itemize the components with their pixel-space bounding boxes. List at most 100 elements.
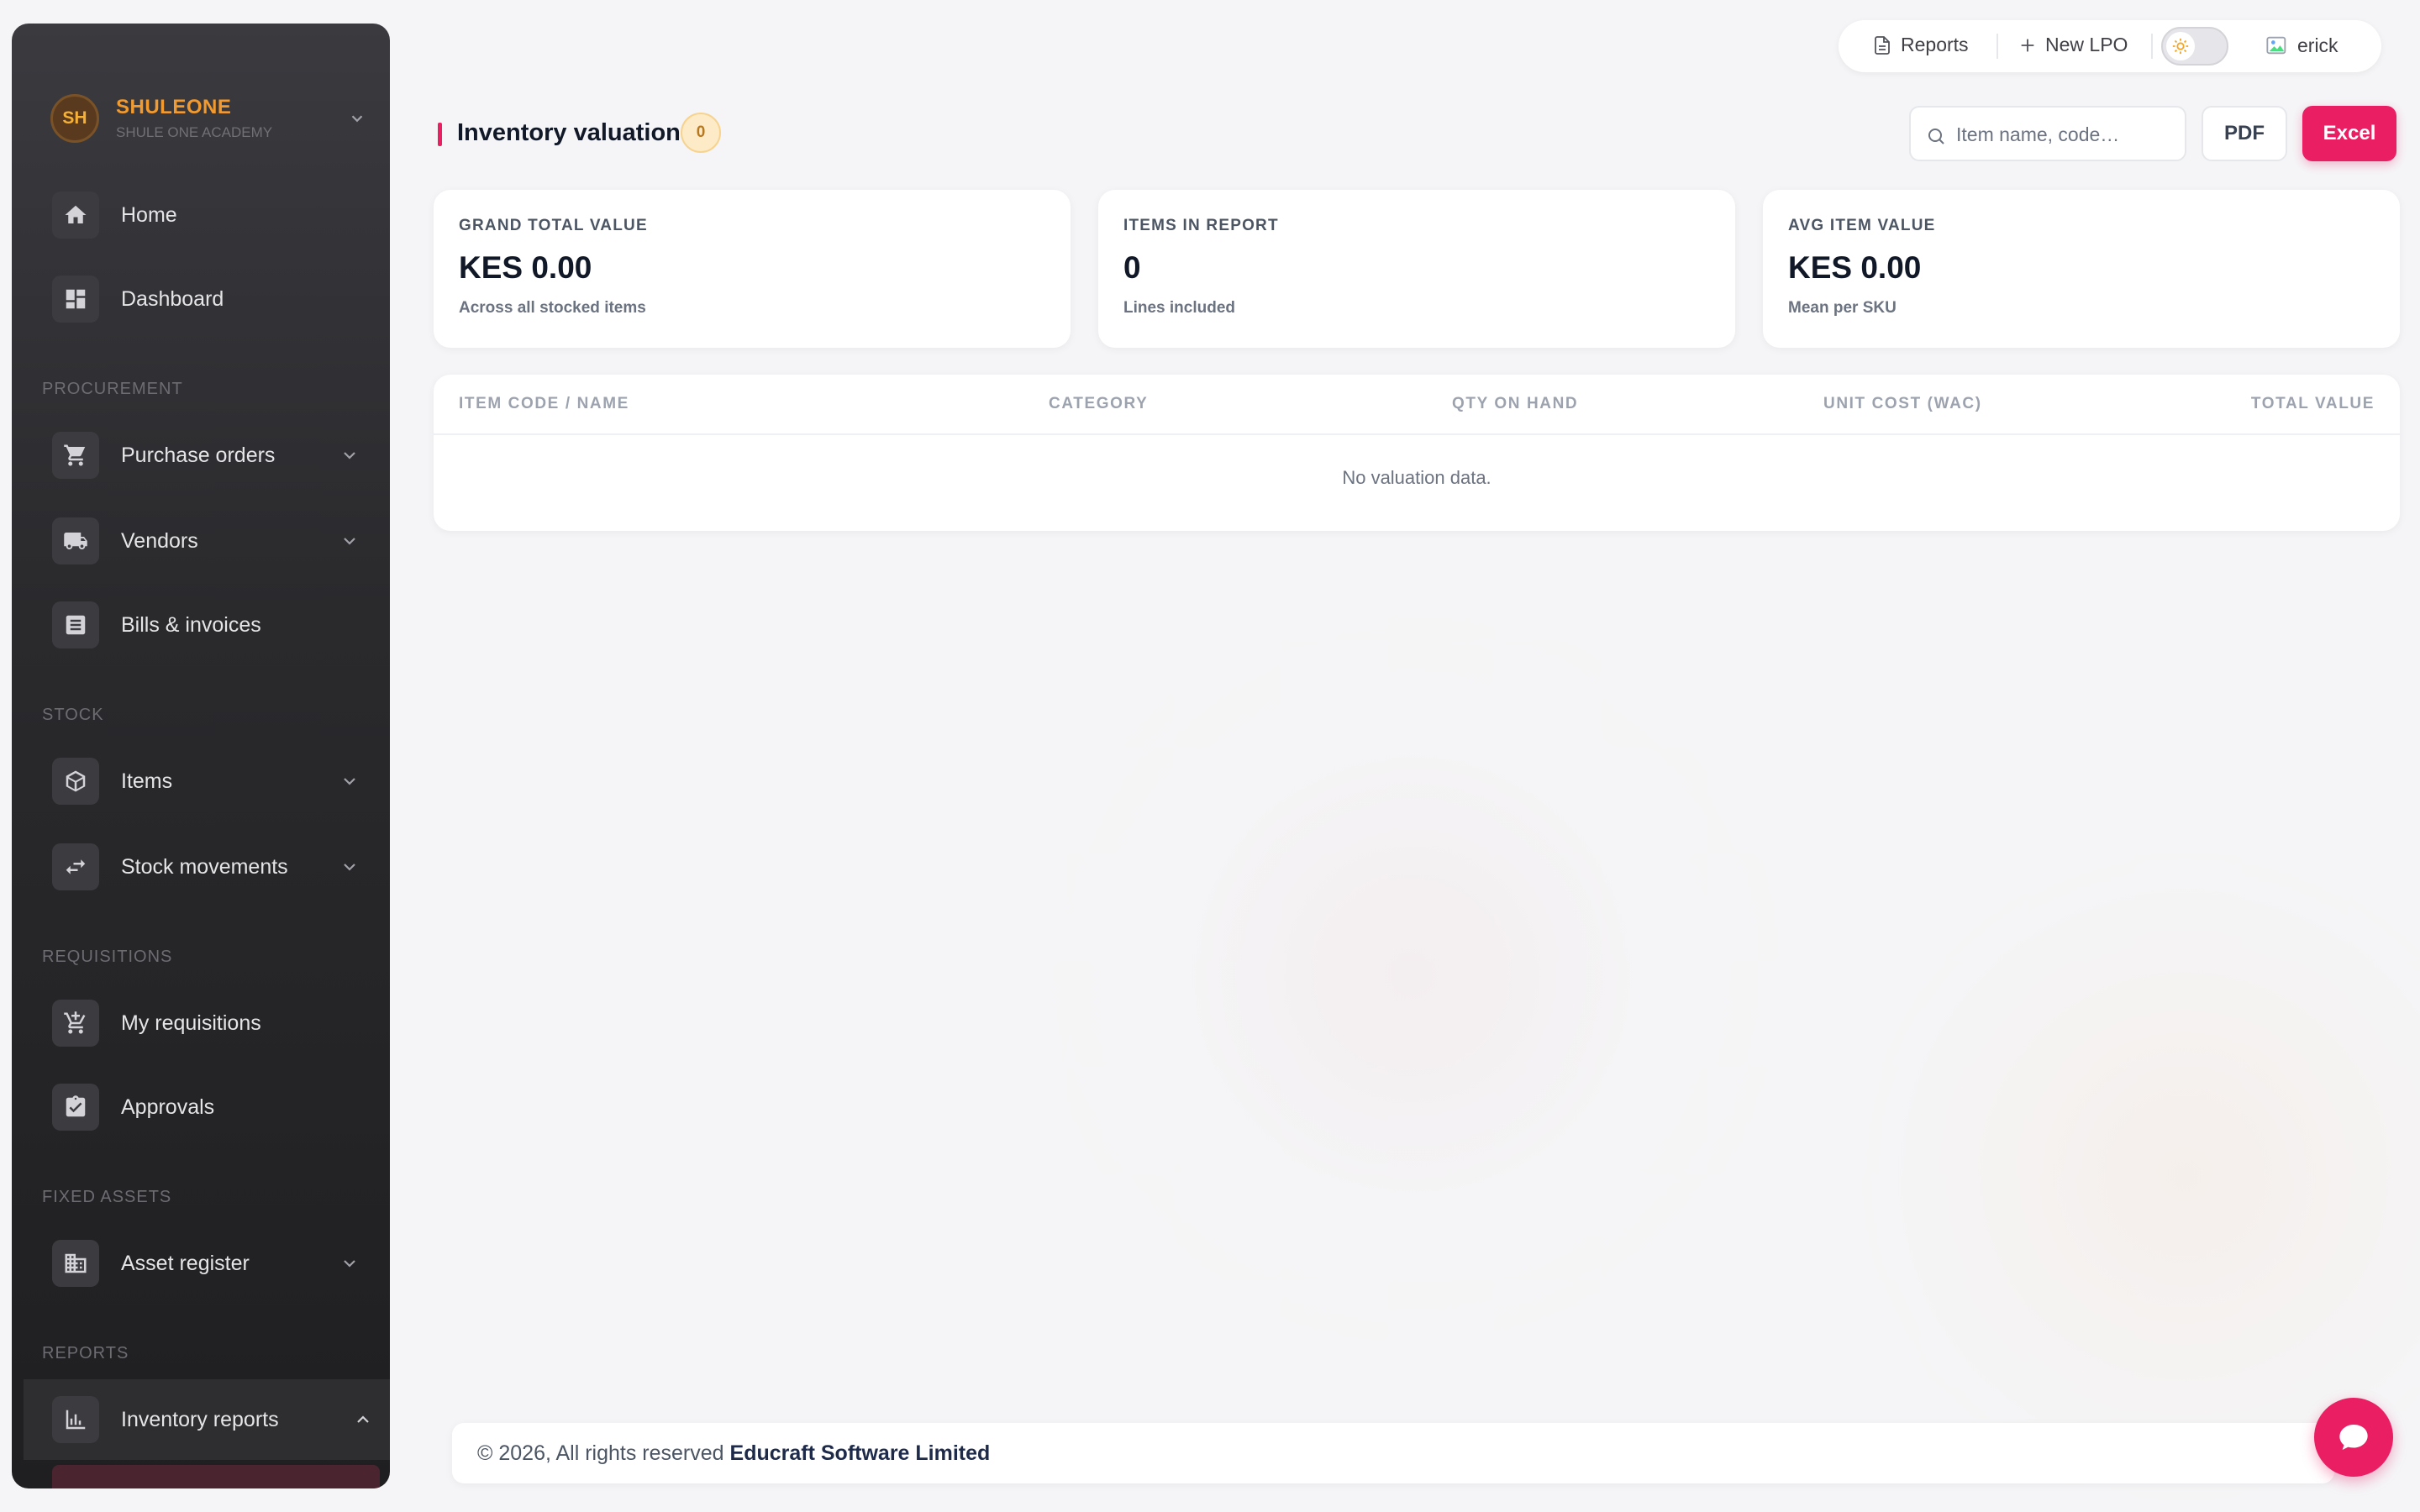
sidebar-item-bills-invoices[interactable]: Bills & invoices [40, 598, 376, 652]
clipboard-check-icon [66, 1095, 86, 1117]
box-icon [66, 770, 86, 792]
document-icon [1875, 35, 1890, 55]
reports-label: Reports [1901, 34, 1969, 55]
sidebar: SH SHULEONE SHULE ONE ACADEMY Home Dashb… [12, 24, 390, 1488]
sidebar-item-label: Bills & invoices [121, 613, 261, 637]
cart-add-icon [64, 1011, 86, 1034]
sidebar-item-label: Home [121, 203, 177, 227]
export-pdf-button[interactable]: PDF [2202, 106, 2287, 161]
chevron-up-icon [357, 1415, 369, 1423]
home-icon [65, 205, 87, 223]
stat-value: KES 0.00 [459, 250, 592, 285]
sidebar-item-vendors[interactable]: Vendors [40, 514, 376, 568]
title-accent-bar [438, 123, 442, 146]
sidebar-item-approvals[interactable]: Approvals [40, 1080, 376, 1134]
sun-icon [2172, 38, 2189, 55]
sidebar-item-dashboard[interactable]: Dashboard [40, 272, 376, 326]
sidebar-subitem-partial [52, 1465, 380, 1488]
background-decoration [992, 554, 1832, 1394]
stat-description: Mean per SKU [1788, 299, 1897, 317]
chevron-down-icon [344, 1260, 355, 1268]
plus-icon [2021, 39, 2034, 51]
chat-button[interactable] [2314, 1398, 2393, 1477]
column-header-qty[interactable]: QTY ON HAND [1452, 395, 1578, 413]
building-icon [65, 1253, 87, 1273]
valuation-table: ITEM CODE / NAME CATEGORY QTY ON HAND UN… [434, 375, 2400, 531]
sidebar-item-label: Dashboard [121, 287, 224, 311]
sidebar-item-stock-movements[interactable]: Stock movements [40, 840, 376, 894]
sidebar-item-inventory-reports[interactable]: Inventory reports [24, 1379, 390, 1460]
sidebar-item-label: Approvals [121, 1095, 215, 1119]
copyright-text: © 2026, All rights reserved [477, 1441, 724, 1465]
swap-icon [66, 859, 86, 874]
sidebar-item-label: Items [121, 769, 173, 793]
column-header-category[interactable]: CATEGORY [1049, 395, 1148, 413]
column-header-total-value[interactable]: TOTAL VALUE [2251, 395, 2375, 413]
section-label-stock: STOCK [42, 706, 104, 724]
stat-label: AVG ITEM VALUE [1788, 217, 1936, 234]
section-label-fixed-assets: FIXED ASSETS [42, 1188, 172, 1206]
divider [2151, 34, 2153, 59]
export-excel-button[interactable]: Excel [2302, 106, 2396, 161]
bar-chart-icon [66, 1410, 86, 1430]
chat-icon [2339, 1425, 2368, 1450]
user-menu[interactable]: erick [2265, 34, 2338, 57]
user-avatar-icon [2266, 36, 2286, 55]
sidebar-item-label: Inventory reports [121, 1408, 279, 1431]
new-lpo-button[interactable]: New LPO [2018, 34, 2128, 56]
section-label-requisitions: REQUISITIONS [42, 948, 173, 966]
sidebar-item-label: Vendors [121, 529, 198, 553]
chevron-down-icon [351, 115, 363, 123]
stat-description: Across all stocked items [459, 299, 646, 317]
sidebar-item-asset-register[interactable]: Asset register [40, 1236, 376, 1290]
truck-icon [64, 533, 87, 549]
column-header-unit-cost[interactable]: UNIT COST (WAC) [1823, 395, 1982, 413]
chevron-down-icon [344, 452, 355, 459]
stat-label: ITEMS IN REPORT [1123, 217, 1279, 234]
sidebar-item-my-requisitions[interactable]: My requisitions [40, 996, 376, 1050]
sidebar-item-purchase-orders[interactable]: Purchase orders [40, 428, 376, 482]
stat-card-items-in-report: ITEMS IN REPORT 0 Lines included [1098, 190, 1735, 348]
divider [1996, 34, 1998, 59]
brand-name: SHULEONE [116, 96, 232, 118]
footer-text: © 2026, All rights reserved Educraft Sof… [477, 1441, 990, 1466]
column-header-item[interactable]: ITEM CODE / NAME [459, 395, 629, 413]
company-name: Educraft Software Limited [729, 1441, 991, 1465]
stat-value: 0 [1123, 250, 1141, 285]
stat-card-avg-item-value: AVG ITEM VALUE KES 0.00 Mean per SKU [1763, 190, 2400, 348]
chevron-down-icon [344, 538, 355, 545]
sidebar-item-label: Purchase orders [121, 444, 276, 467]
brand-switcher[interactable]: SH SHULEONE SHULE ONE ACADEMY [39, 91, 375, 150]
footer: © 2026, All rights reserved Educraft Sof… [452, 1423, 2334, 1483]
stat-description: Lines included [1123, 299, 1236, 317]
sidebar-item-label: My requisitions [121, 1011, 261, 1035]
theme-toggle-knob [2166, 32, 2195, 60]
empty-state-text: No valuation data. [1342, 467, 1491, 488]
stat-value: KES 0.00 [1788, 250, 1922, 285]
sidebar-item-items[interactable]: Items [40, 754, 376, 808]
table-header: ITEM CODE / NAME CATEGORY QTY ON HAND UN… [434, 375, 2400, 435]
new-lpo-label: New LPO [2045, 34, 2128, 55]
reports-link[interactable]: Reports [1872, 34, 1969, 56]
chevron-down-icon [344, 864, 355, 871]
brand-subtitle: SHULE ONE ACADEMY [116, 124, 273, 140]
top-bar: Reports New LPO erick [1839, 20, 2381, 72]
stat-card-grand-total: GRAND TOTAL VALUE KES 0.00 Across all st… [434, 190, 1071, 348]
theme-toggle[interactable] [2161, 27, 2228, 66]
section-label-reports: REPORTS [42, 1344, 129, 1362]
dashboard-icon [66, 289, 86, 309]
sidebar-item-label: Stock movements [121, 855, 288, 879]
sidebar-item-label: Asset register [121, 1252, 250, 1275]
stat-label: GRAND TOTAL VALUE [459, 217, 648, 234]
count-badge: 0 [681, 113, 721, 153]
search-icon [1928, 129, 1944, 144]
page-title: Inventory valuation [457, 119, 681, 146]
user-name: erick [2297, 34, 2338, 56]
brand-avatar: SH [50, 94, 99, 143]
section-label-procurement: PROCUREMENT [42, 380, 183, 398]
chevron-down-icon [344, 778, 355, 785]
search-box [1909, 106, 2186, 161]
receipt-icon [66, 615, 86, 635]
sidebar-item-home[interactable]: Home [40, 188, 376, 242]
search-input[interactable] [1956, 119, 2175, 150]
